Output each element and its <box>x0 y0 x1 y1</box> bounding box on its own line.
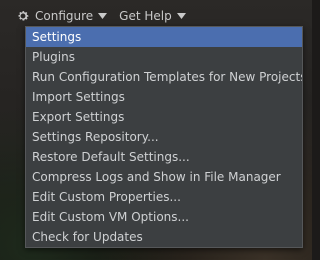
menu-item-import-settings[interactable]: Import Settings <box>26 87 302 107</box>
menu-item-edit-custom-properties[interactable]: Edit Custom Properties... <box>26 187 302 207</box>
gear-icon <box>18 11 29 21</box>
menu-item-run-configuration-templates[interactable]: Run Configuration Templates for New Proj… <box>26 67 302 87</box>
menu-item-edit-custom-vm-options[interactable]: Edit Custom VM Options... <box>26 207 302 227</box>
menu-item-check-for-updates[interactable]: Check for Updates <box>26 227 302 247</box>
configure-dropdown-menu: Settings Plugins Run Configuration Templ… <box>25 26 303 248</box>
configure-menu-button[interactable]: Configure <box>10 4 113 28</box>
chevron-down-icon <box>98 13 108 19</box>
menu-item-plugins[interactable]: Plugins <box>26 47 302 67</box>
get-help-menu-button[interactable]: Get Help <box>113 4 192 28</box>
menu-item-export-settings[interactable]: Export Settings <box>26 107 302 127</box>
chevron-down-icon <box>176 13 186 19</box>
menu-item-settings-repository[interactable]: Settings Repository... <box>26 127 302 147</box>
menu-item-compress-logs[interactable]: Compress Logs and Show in File Manager <box>26 167 302 187</box>
get-help-label: Get Help <box>119 9 172 23</box>
menu-item-settings[interactable]: Settings <box>26 27 302 47</box>
menu-item-restore-default-settings[interactable]: Restore Default Settings... <box>26 147 302 167</box>
configure-label: Configure <box>35 9 94 23</box>
